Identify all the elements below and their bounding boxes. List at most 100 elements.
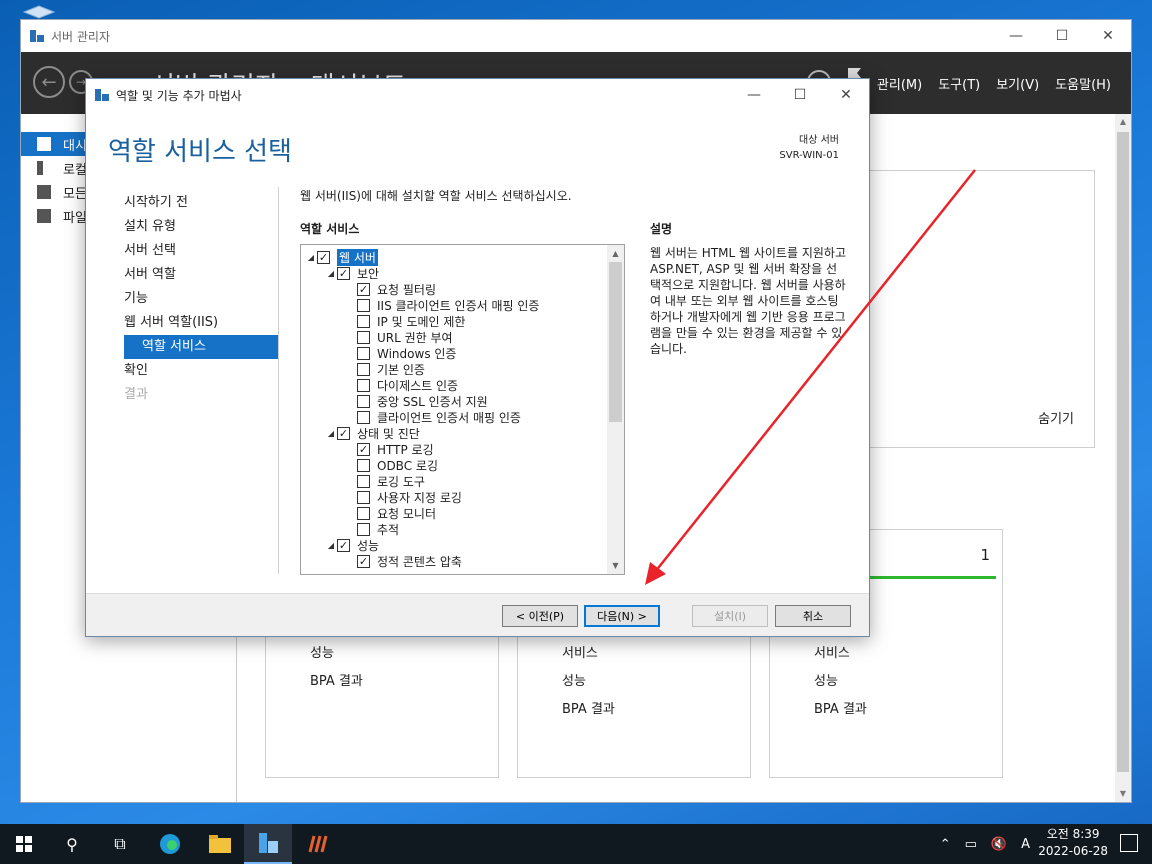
tile-row[interactable]: 성능 xyxy=(310,640,363,668)
search-icon[interactable]: ⚲ xyxy=(48,824,96,864)
tree-item[interactable]: ◢ ✓ 보안 xyxy=(301,265,607,281)
expand-toggle-icon[interactable]: ◢ xyxy=(305,253,317,262)
menu-view[interactable]: 보기(V) xyxy=(996,74,1039,93)
step-before-you-begin[interactable]: 시작하기 전 xyxy=(124,191,278,215)
tree-item[interactable]: 추적 xyxy=(301,521,607,537)
tree-item[interactable]: 사용자 지정 로깅 xyxy=(301,489,607,505)
checkbox[interactable]: ✓ xyxy=(337,266,350,280)
tree-item[interactable]: 중앙 SSL 인증서 지원 xyxy=(301,393,607,409)
clock[interactable]: 오전 8:39 2022-06-28 xyxy=(1038,826,1108,860)
tree-item[interactable]: ◢ ✓ 성능 xyxy=(301,537,607,553)
tile-row[interactable]: BPA 결과 xyxy=(814,696,867,724)
checkbox[interactable]: ✓ xyxy=(337,538,350,552)
network-icon[interactable]: ▭ xyxy=(965,837,977,852)
role-services-tree[interactable]: ◢ ✓ 웹 서버 ◢ ✓ 보안 ✓ 요청 필터링 IIS 클라이언트 인증서 매핑 인증 IP 및… xyxy=(300,244,625,575)
checkbox[interactable] xyxy=(357,394,370,408)
tile-row[interactable]: 서비스 xyxy=(814,640,867,668)
step-features[interactable]: 기능 xyxy=(124,287,278,311)
next-button[interactable]: 다음(N) > xyxy=(584,605,660,627)
app-icon[interactable] xyxy=(294,824,342,864)
checkbox[interactable] xyxy=(357,522,370,536)
step-web-server-role[interactable]: 웹 서버 역할(IIS) xyxy=(124,311,278,335)
checkbox[interactable]: ✓ xyxy=(357,554,370,568)
tree-scrollbar[interactable]: ▲ ▼ xyxy=(607,245,624,574)
close-button[interactable]: ✕ xyxy=(1085,20,1131,52)
step-installation-type[interactable]: 설치 유형 xyxy=(124,215,278,239)
tree-item[interactable]: 기본 인증 xyxy=(301,361,607,377)
checkbox[interactable] xyxy=(357,378,370,392)
menu-help[interactable]: 도움말(H) xyxy=(1055,74,1111,93)
task-view-icon[interactable]: ⧉ xyxy=(96,824,144,864)
checkbox[interactable] xyxy=(357,346,370,360)
tree-item[interactable]: 다이제스트 인증 xyxy=(301,377,607,393)
checkbox[interactable] xyxy=(357,506,370,520)
step-confirmation[interactable]: 확인 xyxy=(124,359,278,383)
tree-item[interactable]: 로깅 도구 xyxy=(301,473,607,489)
wizard-minimize-button[interactable]: — xyxy=(731,79,777,111)
scroll-thumb[interactable] xyxy=(1117,132,1129,772)
menu-manage[interactable]: 관리(M) xyxy=(877,74,922,93)
step-role-services[interactable]: 역할 서비스 xyxy=(124,335,278,359)
previous-button[interactable]: < 이전(P) xyxy=(502,605,578,627)
tree-item[interactable]: IIS 클라이언트 인증서 매핑 인증 xyxy=(301,297,607,313)
tree-item[interactable]: 클라이언트 인증서 매핑 인증 xyxy=(301,409,607,425)
checkbox[interactable] xyxy=(357,330,370,344)
main-scrollbar[interactable]: ▲ ▼ xyxy=(1115,114,1131,802)
expand-toggle-icon[interactable]: ◢ xyxy=(325,269,337,278)
tree-item-label: 로깅 도구 xyxy=(377,474,425,489)
sidebar-item-label: 대시 xyxy=(63,138,87,154)
scroll-up-icon[interactable]: ▲ xyxy=(1115,114,1131,130)
start-windows-icon[interactable] xyxy=(0,824,48,864)
checkbox[interactable] xyxy=(357,458,370,472)
volume-icon[interactable]: 🔇 xyxy=(991,837,1007,852)
tree-item[interactable]: ODBC 로깅 xyxy=(301,457,607,473)
tree-item[interactable]: ✓ 요청 필터링 xyxy=(301,281,607,297)
tree-item[interactable]: URL 권한 부여 xyxy=(301,329,607,345)
tile-row[interactable]: 성능 xyxy=(562,668,615,696)
menu-tools[interactable]: 도구(T) xyxy=(938,74,980,93)
tree-item[interactable]: 요청 모니터 xyxy=(301,505,607,521)
tile-row[interactable]: BPA 결과 xyxy=(562,696,615,724)
checkbox[interactable]: ✓ xyxy=(317,250,330,264)
chevron-up-icon[interactable]: ⌃ xyxy=(940,837,951,852)
step-server-selection[interactable]: 서버 선택 xyxy=(124,239,278,263)
tree-scroll-thumb[interactable] xyxy=(609,262,622,422)
checkbox[interactable]: ✓ xyxy=(337,426,350,440)
wizard-step-nav: 시작하기 전 설치 유형 서버 선택 서버 역할 기능 웹 서버 역할(IIS)… xyxy=(124,191,278,407)
edge-browser-icon[interactable] xyxy=(146,824,194,864)
tile-row[interactable]: BPA 결과 xyxy=(310,668,363,696)
checkbox[interactable]: ✓ xyxy=(357,282,370,296)
tree-item[interactable]: ✓ HTTP 로깅 xyxy=(301,441,607,457)
wizard-maximize-button[interactable]: ☐ xyxy=(777,79,823,111)
back-arrow-icon[interactable]: ← xyxy=(33,66,65,98)
tree-item[interactable]: IP 및 도메인 제한 xyxy=(301,313,607,329)
tree-item[interactable]: ✓ 정적 콘텐츠 압축 xyxy=(301,553,607,569)
checkbox[interactable] xyxy=(357,490,370,504)
expand-toggle-icon[interactable]: ◢ xyxy=(325,541,337,550)
checkbox[interactable] xyxy=(357,410,370,424)
scroll-up-icon[interactable]: ▲ xyxy=(607,245,624,262)
tree-item[interactable]: ◢ ✓ 상태 및 진단 xyxy=(301,425,607,441)
ime-indicator[interactable]: A xyxy=(1021,837,1030,852)
tree-item[interactable]: ◢ ✓ 웹 서버 xyxy=(301,248,607,266)
server-manager-taskbar-icon[interactable] xyxy=(244,824,292,864)
checkbox[interactable]: ✓ xyxy=(357,442,370,456)
checkbox[interactable] xyxy=(357,298,370,312)
scroll-down-icon[interactable]: ▼ xyxy=(1115,786,1131,802)
expand-toggle-icon[interactable]: ◢ xyxy=(325,429,337,438)
hide-link[interactable]: 숨기기 xyxy=(1038,408,1074,427)
wizard-close-button[interactable]: ✕ xyxy=(823,79,869,111)
scroll-down-icon[interactable]: ▼ xyxy=(607,557,624,574)
minimize-button[interactable]: — xyxy=(993,20,1039,52)
step-server-roles[interactable]: 서버 역할 xyxy=(124,263,278,287)
tree-item[interactable]: Windows 인증 xyxy=(301,345,607,361)
maximize-button[interactable]: ☐ xyxy=(1039,20,1085,52)
tile-row[interactable]: 성능 xyxy=(814,668,867,696)
notification-center-icon[interactable] xyxy=(1120,834,1138,852)
checkbox[interactable] xyxy=(357,474,370,488)
file-explorer-icon[interactable] xyxy=(196,824,244,864)
checkbox[interactable] xyxy=(357,362,370,376)
checkbox[interactable] xyxy=(357,314,370,328)
tile-row[interactable]: 서비스 xyxy=(562,640,615,668)
cancel-button[interactable]: 취소 xyxy=(775,605,851,627)
